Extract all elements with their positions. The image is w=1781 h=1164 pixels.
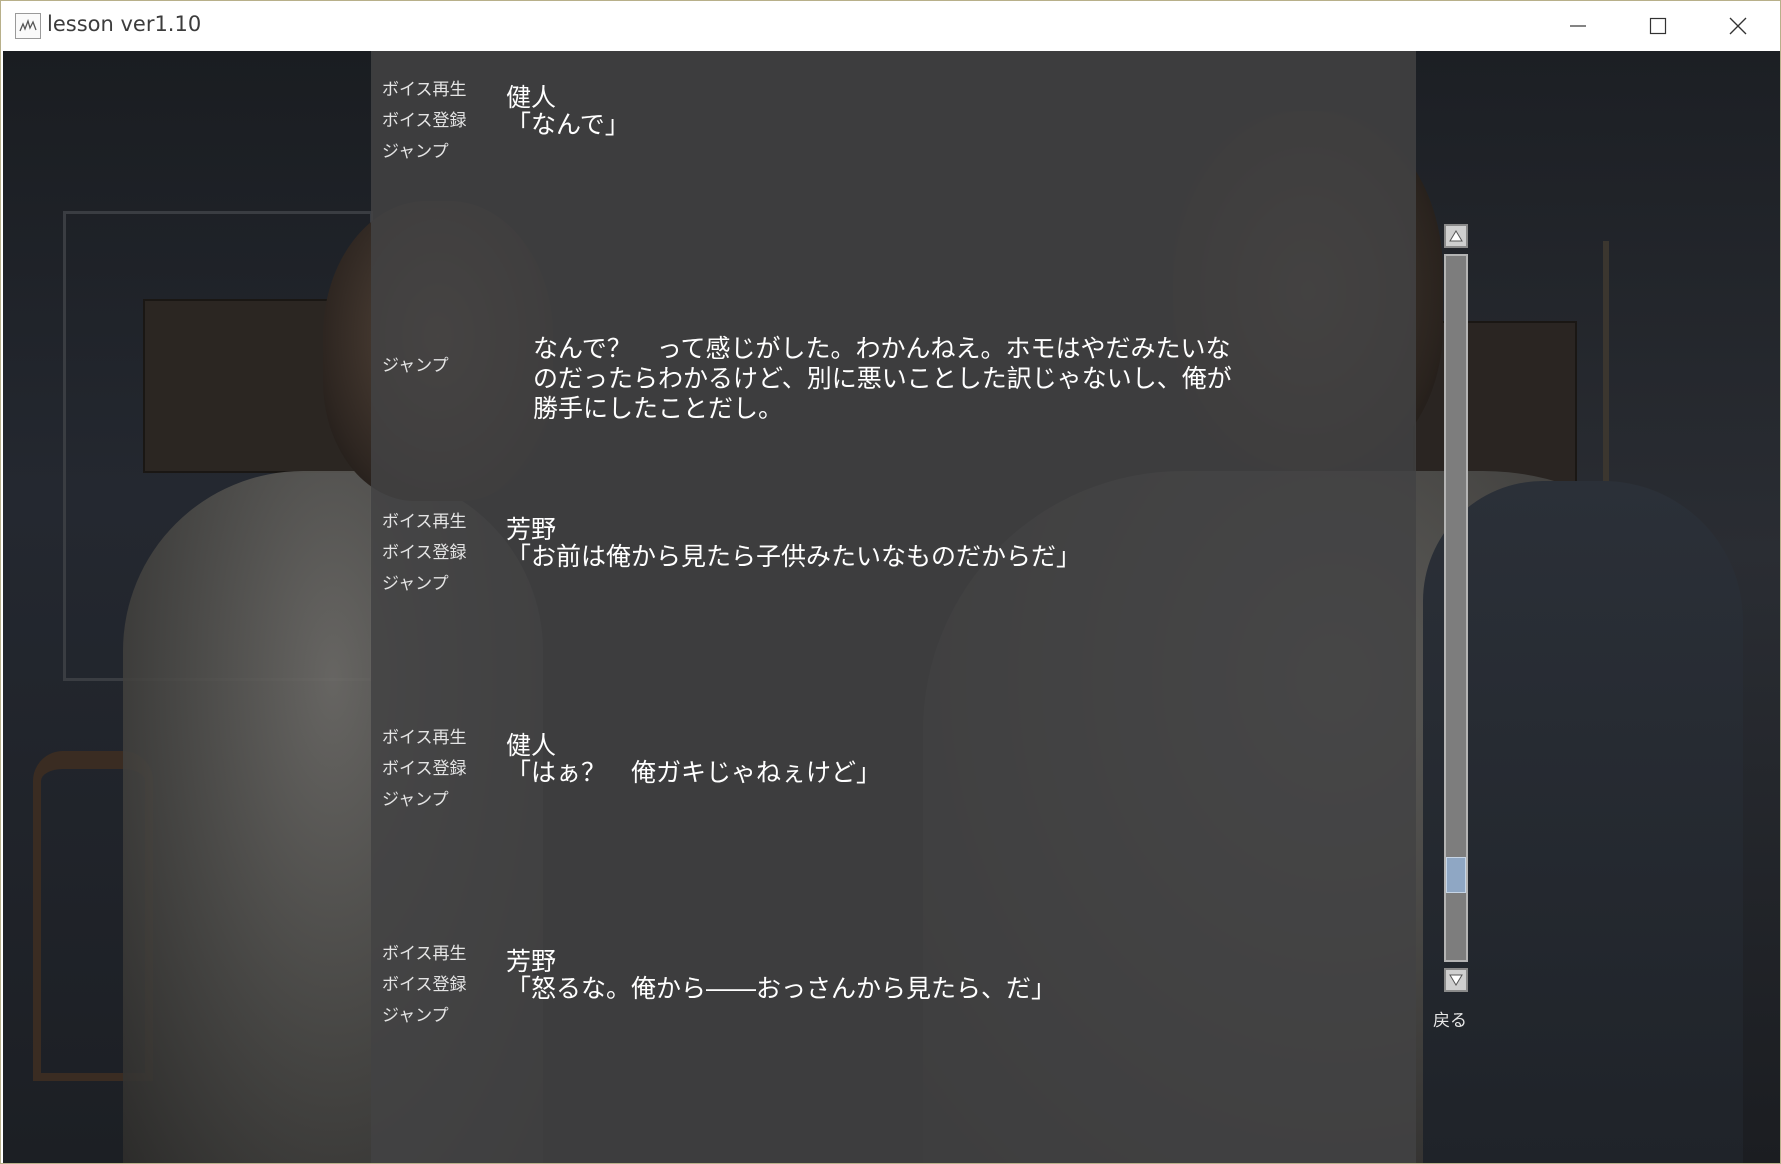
narration-line: 勝手にしたことだし。 — [533, 394, 784, 423]
entry-actions: ボイス再生 ボイス登録 ジャンプ — [382, 939, 492, 1032]
entry-actions: ボイス再生 ボイス登録 ジャンプ — [382, 507, 492, 600]
app-window: lesson ver1.10 ボイス再生 ボイス登録 ジャンプ 健人 「なんで」… — [0, 0, 1781, 1164]
app-icon — [15, 13, 41, 39]
maximize-icon — [1649, 17, 1667, 35]
jump-button[interactable]: ジャンプ — [382, 569, 492, 600]
narration-line: のだったらわかるけど、別に悪いことした訳じゃないし、俺が — [533, 364, 1232, 393]
voice-play-button[interactable]: ボイス再生 — [382, 723, 492, 754]
jump-button[interactable]: ジャンプ — [382, 351, 492, 382]
minimize-button[interactable] — [1538, 1, 1618, 51]
dialogue-line: 「お前は俺から見たら子供みたいなものだからだ」 — [506, 542, 1082, 571]
entry-actions: ジャンプ — [382, 351, 492, 382]
jump-button[interactable]: ジャンプ — [382, 785, 492, 816]
maximize-button[interactable] — [1618, 1, 1698, 51]
jump-button[interactable]: ジャンプ — [382, 1001, 492, 1032]
voice-play-button[interactable]: ボイス再生 — [382, 507, 492, 538]
entry-actions: ボイス再生 ボイス登録 ジャンプ — [382, 723, 492, 816]
narration-line: なんで？ って感じがした。わかんねえ。ホモはやだみたいな — [533, 334, 1231, 363]
close-button[interactable] — [1698, 1, 1778, 51]
scrollbar-track[interactable] — [1444, 254, 1468, 962]
dialogue-line: 「なんで」 — [506, 110, 630, 139]
back-button[interactable]: 戻る — [1433, 1006, 1467, 1031]
entry-actions: ボイス再生 ボイス登録 ジャンプ — [382, 75, 492, 168]
narration-text: なんで？ って感じがした。わかんねえ。ホモはやだみたいな のだったらわかるけど、… — [533, 334, 1232, 424]
voice-play-button[interactable]: ボイス再生 — [382, 939, 492, 970]
voice-register-button[interactable]: ボイス登録 — [382, 970, 492, 1001]
window-title: lesson ver1.10 — [47, 12, 202, 36]
scrollbar-thumb[interactable] — [1446, 857, 1466, 894]
voice-play-button[interactable]: ボイス再生 — [382, 75, 492, 106]
voice-register-button[interactable]: ボイス登録 — [382, 538, 492, 569]
arrow-down-icon — [1449, 974, 1463, 986]
game-screen: ボイス再生 ボイス登録 ジャンプ 健人 「なんで」 ジャンプ なんで？ って感じ… — [3, 51, 1780, 1163]
scroll-down-button[interactable] — [1444, 968, 1468, 992]
dialogue-line: 「怒るな。俺から――おっさんから見たら、だ」 — [506, 974, 1057, 1003]
backlog-panel: ボイス再生 ボイス登録 ジャンプ 健人 「なんで」 ジャンプ なんで？ って感じ… — [371, 51, 1416, 1163]
title-bar[interactable]: lesson ver1.10 — [1, 1, 1780, 51]
scroll-up-button[interactable] — [1444, 224, 1468, 248]
arrow-up-icon — [1449, 230, 1463, 242]
voice-register-button[interactable]: ボイス登録 — [382, 754, 492, 785]
character-right-shirt — [1423, 481, 1743, 1163]
minimize-icon — [1570, 25, 1586, 27]
voice-register-button[interactable]: ボイス登録 — [382, 106, 492, 137]
dialogue-line: 「はぁ？ 俺ガキじゃねぇけど」 — [506, 758, 882, 787]
close-icon — [1729, 17, 1747, 35]
jump-button[interactable]: ジャンプ — [382, 137, 492, 168]
